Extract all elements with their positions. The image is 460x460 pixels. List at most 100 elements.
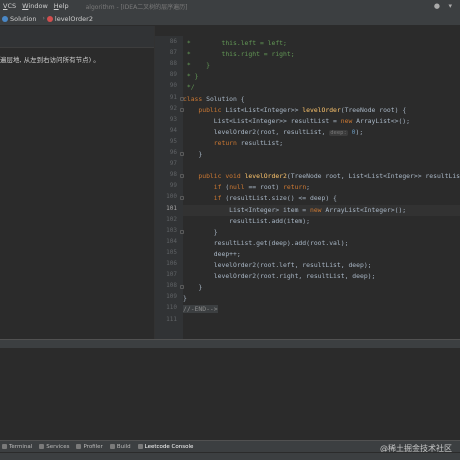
code-line[interactable]: List<List<Integer>> resultList = new Arr… — [183, 116, 460, 127]
breadcrumb-item-solution[interactable]: Solution — [2, 15, 36, 23]
line-number: 103 — [166, 226, 177, 234]
code-line[interactable]: if (resultList.size() <= deep) { — [183, 193, 460, 204]
line-number: 86 — [169, 38, 177, 45]
code-token: List<List<Integer>> — [225, 105, 303, 114]
tool-window-terminal[interactable]: Terminal — [2, 444, 32, 450]
user-icon[interactable]: ● — [434, 2, 440, 10]
code-token: } — [183, 227, 218, 236]
code-editor[interactable]: * this.left = left; * this.right = right… — [183, 36, 460, 339]
line-number: 96 — [169, 149, 177, 156]
code-line[interactable]: List<Integer> item = new ArrayList<Integ… — [183, 204, 460, 216]
code-line[interactable]: levelOrder2(root.left, resultList, deep)… — [183, 260, 460, 271]
code-line[interactable]: resultList.get(deep).add(root.val); — [183, 238, 460, 249]
tool-window-profiler[interactable]: Profiler — [76, 444, 103, 450]
code-line[interactable] — [183, 316, 460, 327]
bottom-panel — [0, 348, 460, 440]
tool-window-build[interactable]: Build — [109, 444, 131, 450]
code-line[interactable]: if (null == root) return; — [183, 182, 460, 193]
code-token: ArrayList<Integer>(); — [325, 205, 407, 214]
leetcode-icon — [137, 444, 143, 449]
code-token: } — [183, 283, 203, 292]
breadcrumb: Solution › levelOrder2 — [0, 12, 460, 26]
line-number: 109 — [166, 293, 177, 301]
code-line[interactable]: */ — [183, 82, 460, 93]
line-number: 93 — [169, 115, 177, 123]
line-number: 90 — [169, 82, 177, 90]
code-line[interactable]: class Solution { — [183, 94, 460, 105]
fold-marker-icon[interactable] — [180, 229, 184, 234]
code-line[interactable]: } — [183, 149, 460, 160]
code-token: deep++; — [183, 249, 241, 258]
code-line[interactable]: //-END--> — [183, 304, 460, 315]
chevron-down-icon[interactable]: ▾ — [448, 2, 452, 10]
line-number: 110 — [166, 304, 177, 312]
breadcrumb-item-levelorder2[interactable]: levelOrder2 — [46, 15, 93, 23]
parameter-hint: deep: — [329, 129, 348, 136]
line-number: 107 — [166, 271, 177, 279]
menu-vcs[interactable]: VCS — [0, 2, 19, 10]
build-icon — [109, 444, 115, 449]
line-number: 91 — [169, 93, 177, 101]
tool-window-leetcode-console[interactable]: Leetcode Console — [137, 444, 193, 450]
code-token: new — [340, 116, 357, 125]
method-icon — [46, 15, 53, 22]
code-token: return — [283, 183, 307, 192]
code-line[interactable]: deep++; — [183, 249, 460, 260]
fold-marker-icon[interactable] — [180, 285, 184, 290]
code-token: levelOrder2 — [244, 172, 287, 181]
code-token: resultList.add(item); — [183, 216, 310, 225]
code-line[interactable]: * } — [183, 71, 460, 82]
code-line[interactable]: public void levelOrder2(TreeNode root, L… — [183, 171, 460, 182]
fold-marker-icon[interactable] — [180, 196, 184, 201]
code-token: } — [183, 150, 203, 158]
status-bar — [0, 452, 460, 460]
line-number: 102 — [166, 215, 177, 223]
code-line[interactable]: resultList.add(item); — [183, 216, 460, 227]
code-token: class — [183, 94, 207, 103]
code-token: levelOrder2(root.right, resultList, deep… — [183, 272, 376, 281]
fold-marker-icon[interactable] — [180, 174, 184, 179]
code-line[interactable]: } — [183, 293, 460, 304]
code-token: * this.right = right; — [183, 50, 295, 59]
code-line[interactable]: * } — [183, 60, 460, 71]
code-line[interactable]: } — [183, 227, 460, 238]
code-token: (TreeNode root, List<List<Integer>> resu… — [286, 172, 460, 181]
panel-splitter[interactable] — [0, 339, 460, 348]
code-token: * this.left = left; — [183, 39, 287, 47]
menu-bar: VCS Window Help algorithm - [IDEA二叉树的层序遍… — [0, 0, 460, 12]
code-line[interactable]: * this.left = left; — [183, 38, 460, 49]
code-token: List<Integer> item = — [183, 205, 310, 214]
menu-help[interactable]: Help — [51, 2, 72, 10]
description-header — [0, 26, 154, 48]
line-number: 87 — [169, 49, 177, 57]
terminal-icon — [2, 444, 7, 449]
code-line[interactable]: levelOrder2(root.right, resultList, deep… — [183, 271, 460, 282]
tool-window-services[interactable]: Services — [39, 444, 69, 450]
code-line[interactable]: * this.right = right; — [183, 49, 460, 60]
line-number: 100 — [166, 193, 177, 201]
fold-marker-icon[interactable] — [180, 96, 184, 101]
line-number: 101 — [166, 204, 177, 212]
code-token: (TreeNode root) { — [340, 105, 407, 114]
code-line[interactable]: levelOrder2(root, resultList, deep: 0); — [183, 127, 460, 138]
code-token: Solution { — [206, 94, 245, 103]
services-icon — [39, 444, 45, 449]
problem-description-panel: 遍层地, 从左到右访问所有节点) 。 — [0, 26, 155, 339]
fold-marker-icon[interactable] — [180, 152, 184, 156]
line-number-gutter: 86 87 88 89 90 91 92 93 94 95 96 97 98 99 100 101 102 103… — [155, 36, 183, 339]
code-line[interactable]: } — [183, 282, 460, 293]
menu-window[interactable]: Window — [19, 2, 51, 10]
code-line[interactable]: public List<List<Integer>> levelOrder(Tr… — [183, 105, 460, 116]
code-line[interactable]: return resultList; — [183, 138, 460, 149]
line-number: 108 — [166, 282, 177, 290]
code-token: ); — [355, 127, 364, 136]
line-number: 88 — [169, 60, 177, 68]
line-number: 105 — [166, 248, 177, 256]
line-number: 104 — [166, 237, 177, 245]
code-line[interactable] — [183, 160, 460, 171]
code-token: resultList.get(deep).add(root.val); — [183, 238, 349, 247]
fold-marker-icon[interactable] — [180, 107, 184, 112]
